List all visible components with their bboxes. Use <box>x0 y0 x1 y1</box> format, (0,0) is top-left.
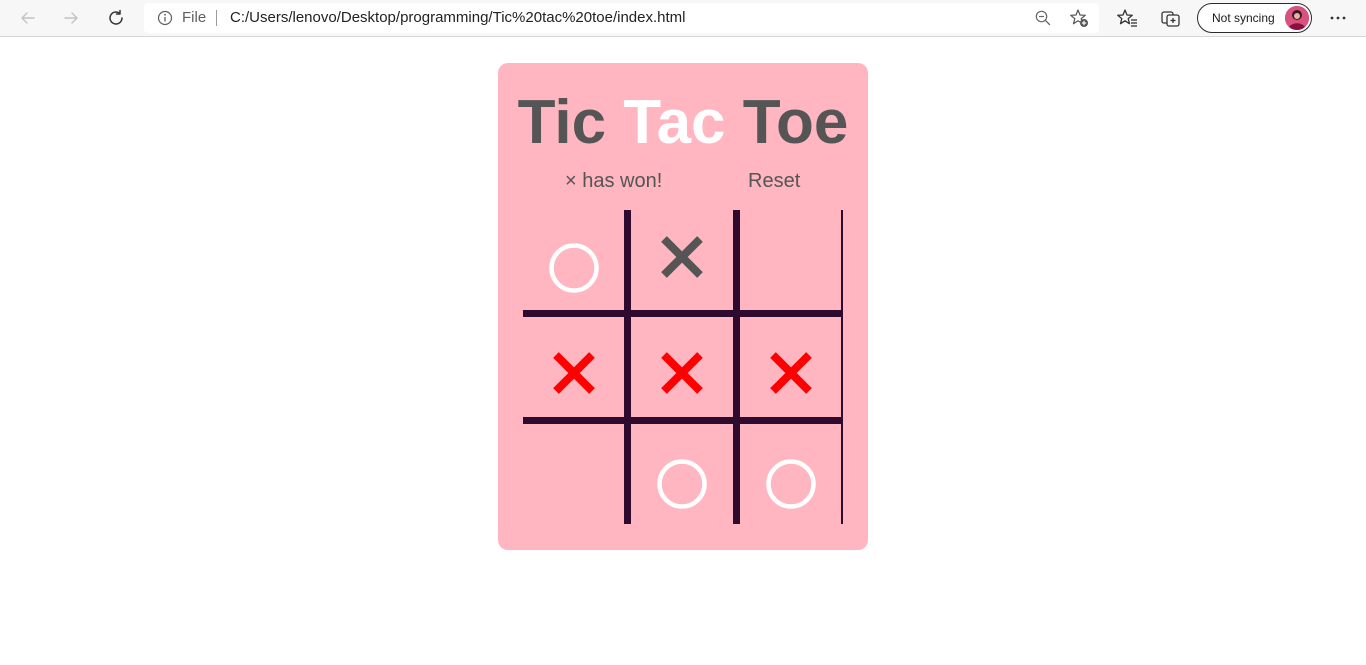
profile-sync-button[interactable]: Not syncing <box>1197 3 1312 33</box>
board-cell-1-3[interactable] <box>740 210 841 310</box>
grid-line-vertical-2 <box>733 210 740 524</box>
url-text[interactable]: C:/Users/lenovo/Desktop/programming/Tic%… <box>230 10 685 26</box>
x-mark-icon <box>661 352 703 394</box>
game-title: Tic Tac Toe <box>0 88 1366 158</box>
title-word-tac: Tac <box>623 88 726 157</box>
x-mark-icon <box>552 352 595 394</box>
board-cell-3-3[interactable] <box>740 424 841 524</box>
refresh-icon <box>109 9 123 25</box>
board-cell-3-2[interactable] <box>631 424 733 524</box>
collections-button[interactable] <box>1159 6 1183 30</box>
address-bar[interactable]: File C:/Users/lenovo/Desktop/programming… <box>144 3 1099 33</box>
board-cell-1-1[interactable] <box>523 210 624 310</box>
favorites-icon <box>1117 9 1137 27</box>
favorites-button[interactable] <box>1115 6 1139 30</box>
o-mark-icon <box>657 459 707 509</box>
scheme-label: File <box>182 9 207 26</box>
browser-toolbar: File C:/Users/lenovo/Desktop/programming… <box>0 0 1366 37</box>
zoom-button[interactable] <box>1033 8 1053 28</box>
o-mark-icon <box>548 243 599 293</box>
title-word-tic: Tic <box>517 88 607 157</box>
grid-line-horizontal-1 <box>523 310 841 317</box>
arrow-left-icon <box>21 12 35 24</box>
sync-status-label: Not syncing <box>1212 11 1275 25</box>
o-mark-icon <box>765 459 816 509</box>
grid-line-vertical-1 <box>624 210 631 524</box>
back-button[interactable] <box>13 4 43 32</box>
board-cell-2-2[interactable] <box>631 318 733 420</box>
address-divider <box>216 10 217 26</box>
board-cell-3-1[interactable] <box>523 424 624 524</box>
info-icon[interactable] <box>157 10 173 26</box>
game-status: × has won! <box>565 170 663 192</box>
game-board <box>523 210 843 524</box>
zoom-out-icon <box>1035 10 1051 26</box>
title-word-toe: Toe <box>742 88 849 157</box>
refresh-button[interactable] <box>101 4 131 32</box>
collections-icon <box>1161 11 1180 27</box>
board-cell-2-3[interactable] <box>740 318 841 420</box>
board-cell-2-1[interactable] <box>523 318 624 420</box>
x-mark-icon <box>661 236 703 278</box>
more-icon <box>1330 16 1346 20</box>
x-mark-icon <box>769 352 812 394</box>
more-button[interactable] <box>1326 6 1350 30</box>
add-favorite-button[interactable] <box>1069 8 1089 28</box>
avatar-icon <box>1285 6 1309 30</box>
arrow-right-icon <box>64 12 78 24</box>
grid-line-vertical-3 <box>841 210 843 524</box>
reset-button[interactable]: Reset <box>748 170 800 192</box>
add-favorite-icon <box>1070 9 1088 27</box>
board-cell-1-2[interactable] <box>631 210 733 310</box>
forward-button[interactable] <box>56 4 86 32</box>
